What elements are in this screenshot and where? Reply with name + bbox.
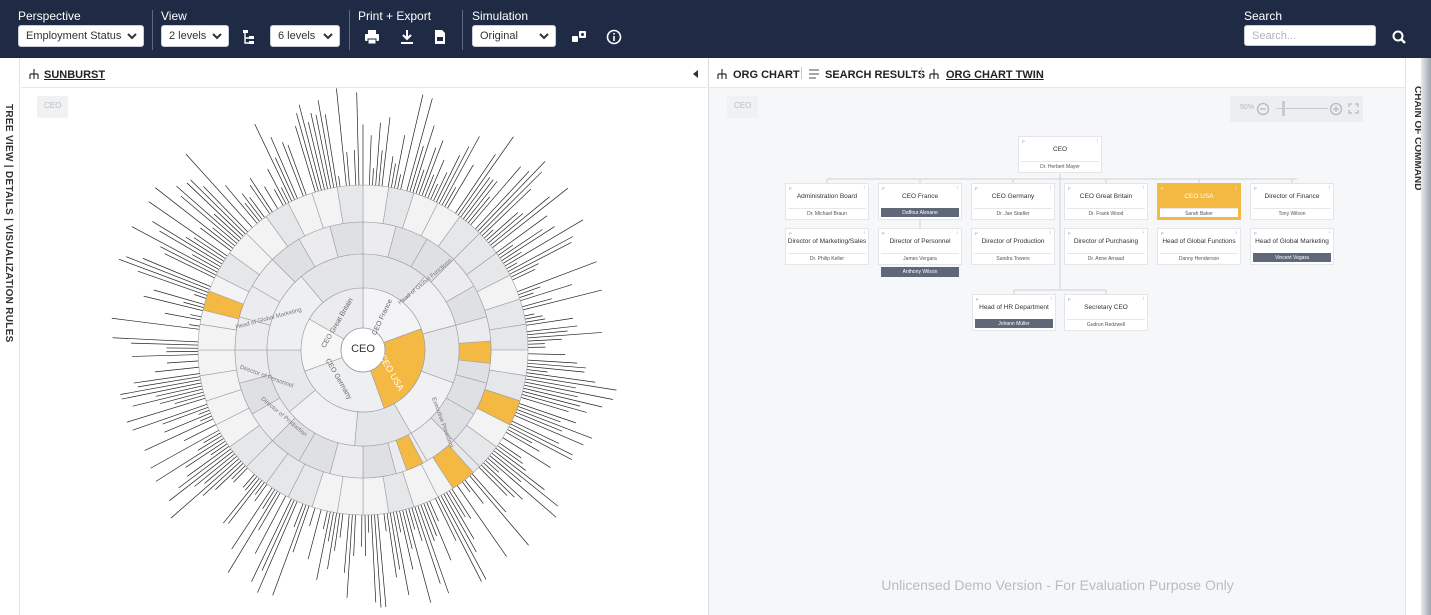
org-node-person: Vincent Vegara	[1253, 253, 1331, 262]
org-node[interactable]: P ⁝ CEO Germany Dr. Jan Stadler	[971, 183, 1055, 220]
left-side-rail: TREE VIEW | DETAILS | VISUALIZATION RULE…	[0, 58, 20, 615]
org-node[interactable]: P ⁝ Head of Global Marketing Vincent Vegara	[1250, 228, 1334, 265]
info-button[interactable]	[605, 28, 623, 46]
download-button[interactable]	[398, 28, 416, 46]
search-button[interactable]	[1390, 28, 1408, 46]
export-file-button[interactable]	[431, 28, 449, 46]
org-node[interactable]: P ⁝ Director of Marketing/Sales Dr. Philip …	[785, 228, 869, 265]
sunburst-header: SUNBURST	[21, 58, 707, 88]
chevron-down-icon	[212, 33, 222, 40]
perspective-value: Employment Status	[26, 30, 122, 42]
org-chart-icon	[29, 69, 39, 79]
org-node-title: Head of HR Department	[979, 304, 1049, 311]
info-icon	[606, 29, 622, 45]
sunburst-segment[interactable]	[458, 340, 492, 364]
levels-up-select[interactable]: 2 levels	[161, 25, 229, 47]
sunburst-pane: SUNBURST CEO CEO CEO Great Britain CEO F…	[21, 58, 707, 615]
org-node[interactable]: P ⁝ Head of HR Department Johann Müller	[972, 294, 1056, 331]
org-node-person: Gudrun Redzwell	[1067, 319, 1145, 328]
simulation-select[interactable]: Original	[472, 25, 556, 47]
collapse-pane-icon[interactable]	[693, 70, 698, 78]
org-node-title: Head of Global Marketing	[1255, 238, 1329, 245]
search-icon	[1392, 30, 1406, 44]
hierarchy-icon	[243, 30, 254, 44]
org-node-person: Danny Henderson	[1160, 253, 1238, 262]
org-node-person: James Vergara	[881, 253, 959, 262]
search-input[interactable]	[1244, 25, 1376, 46]
org-node[interactable]: P ⁝ Secretary CEO Gudrun Redzwell	[1064, 294, 1148, 331]
org-node[interactable]: P ⁝ CEO Great Britain Dr. Frank Wood	[1064, 183, 1148, 220]
org-node-title: Director of Purchasing	[1073, 238, 1139, 245]
levels-down-select[interactable]: 6 levels	[270, 25, 340, 47]
org-node-title: Head of Global Functions	[1162, 238, 1236, 245]
org-node-title: Director of Marketing/Sales	[787, 238, 867, 245]
file-export-icon	[435, 30, 445, 44]
org-node-root[interactable]: P ⁝ CEO Dr. Herbert Mayer	[1018, 136, 1102, 173]
org-node[interactable]: P ⁝ Director of Production Sandra Towers	[971, 228, 1055, 265]
chevron-down-icon	[323, 33, 333, 40]
org-node-person: Dr. Philip Keller	[788, 253, 866, 262]
org-node[interactable]: P ⁝ Head of Global Functions Danny Henderso…	[1157, 228, 1241, 265]
org-node-title: CEO USA	[1184, 193, 1214, 200]
levels-up-value: 2 levels	[169, 30, 207, 42]
simulation-value: Original	[480, 30, 518, 42]
org-node[interactable]: P ⁝ CEO France Daffour Alexane	[878, 183, 962, 220]
simulation-label: Simulation	[472, 9, 529, 23]
tab-sunburst[interactable]: SUNBURST	[44, 69, 105, 81]
org-node-title: Secretary CEO	[1084, 304, 1128, 311]
top-toolbar: Perspective Employment Status View 2 lev…	[0, 0, 1431, 58]
org-node-person: Dr. Jan Stadler	[974, 208, 1052, 217]
print-export-label: Print + Export	[358, 9, 432, 23]
org-node-title: CEO Great Britain	[1079, 193, 1133, 200]
simulation-settings-button[interactable]	[570, 28, 588, 46]
org-node-person: Dr. Michael Braun	[788, 208, 866, 217]
org-node-person: Tony Wilson	[1253, 208, 1331, 217]
network-settings-icon	[572, 31, 586, 42]
org-node-title: CEO France	[901, 193, 939, 200]
org-node-person: Dr. Herbert Mayer	[1021, 161, 1099, 170]
org-node-person: Johann Müller	[975, 319, 1053, 328]
org-chart-pane: ORG CHART SEARCH RESULTS ORG CHART TWIN …	[708, 58, 1406, 615]
chevron-down-icon	[539, 33, 549, 40]
org-node[interactable]: P ⁝ Administration Board Dr. Michael Braun	[785, 183, 869, 220]
chevron-down-icon	[127, 33, 137, 40]
org-node-person: Sandra Towers	[974, 253, 1052, 262]
left-rail-tabs[interactable]: TREE VIEW | DETAILS | VISUALIZATION RULE…	[3, 104, 14, 343]
org-node-title: Director of Personnel	[889, 238, 951, 245]
hierarchy-button[interactable]	[240, 28, 258, 46]
demo-watermark: Unlicensed Demo Version - For Evaluation…	[881, 577, 1234, 593]
perspective-select[interactable]: Employment Status	[18, 25, 144, 47]
org-node-title: CEO Germany	[991, 193, 1035, 200]
sunburst-center-label: CEO	[351, 343, 375, 355]
org-node-extra-person[interactable]: Anthony Wilson	[881, 267, 959, 277]
org-node-person: Sarah Baker	[1160, 208, 1238, 217]
org-node-title: Administration Board	[796, 193, 858, 200]
search-label: Search	[1244, 9, 1283, 23]
print-icon	[365, 30, 379, 45]
org-node[interactable]: P ⁝ Director of Finance Tony Wilson	[1250, 183, 1334, 220]
view-label: View	[161, 9, 187, 23]
sunburst-chart[interactable]: CEO CEO Great Britain CEO France CEO USA…	[21, 88, 707, 615]
org-chart-app: Perspective Employment Status View 2 lev…	[0, 0, 1431, 615]
org-node-title: Director of Finance	[1264, 193, 1320, 200]
org-node-person: Dr. Frank Wood	[1067, 208, 1145, 217]
org-node-person: Dr. Anne Arnaud	[1067, 253, 1145, 262]
org-node-title: CEO	[1052, 146, 1068, 153]
org-node[interactable]: P ⁝ Director of Personnel James Vergara	[878, 228, 962, 265]
org-node[interactable]: P ⁝ Director of Purchasing Dr. Anne Arnaud	[1064, 228, 1148, 265]
org-node[interactable]: P ⁝ CEO USA Sarah Baker	[1157, 183, 1241, 220]
perspective-label: Perspective	[18, 9, 81, 23]
download-icon	[401, 30, 413, 44]
org-node-person: Daffour Alexane	[881, 208, 959, 217]
levels-down-value: 6 levels	[278, 30, 316, 42]
print-button[interactable]	[363, 28, 381, 46]
org-node-title: Director of Production	[981, 238, 1045, 245]
